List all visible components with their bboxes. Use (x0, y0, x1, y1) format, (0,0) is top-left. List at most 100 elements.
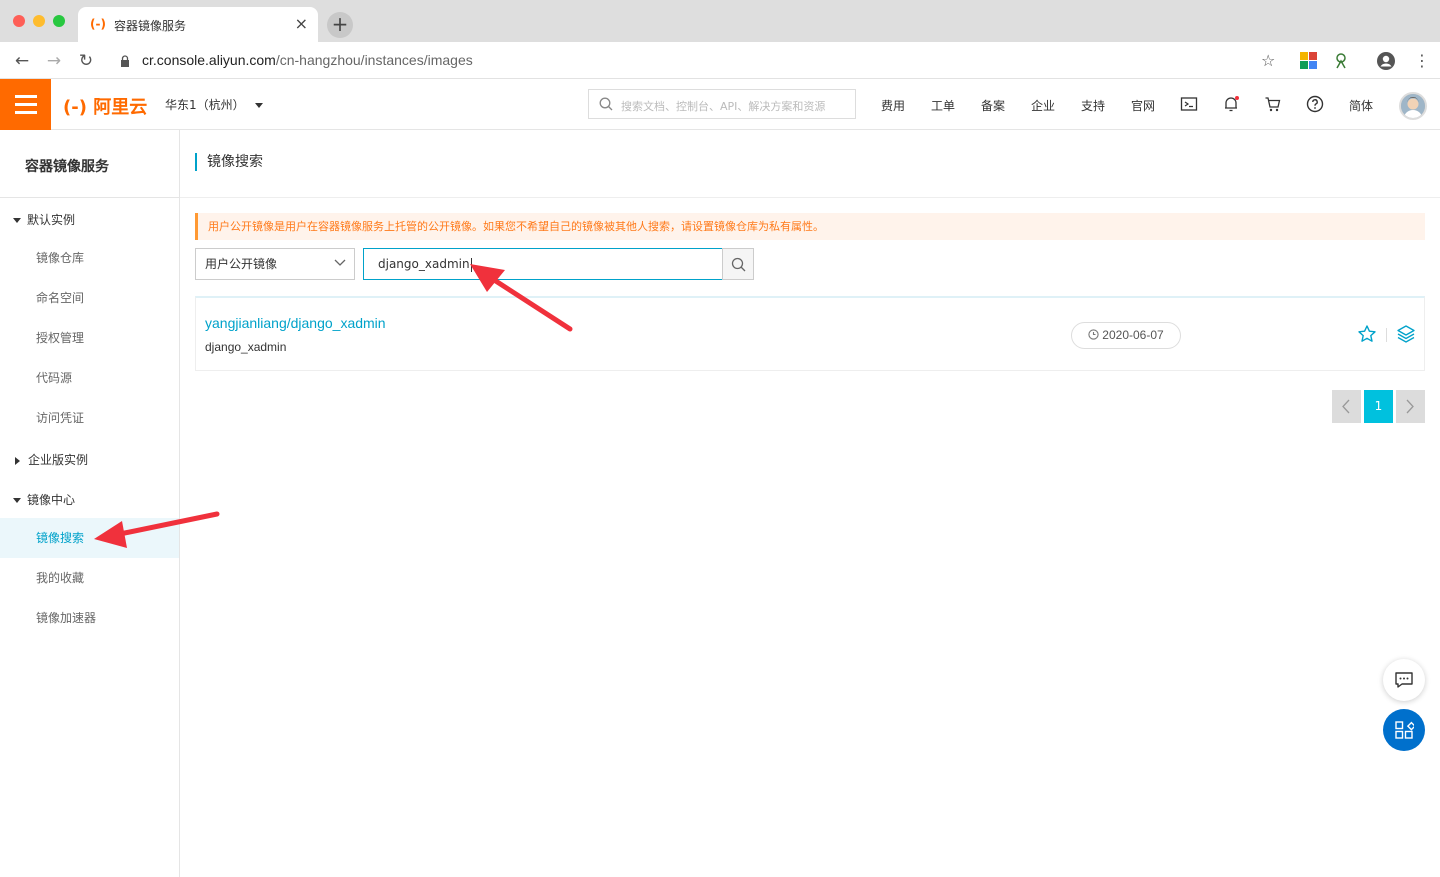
image-search-input[interactable]: django_xadmin (363, 248, 723, 280)
menu-toggle-button[interactable] (0, 79, 51, 130)
search-icon (731, 257, 746, 272)
aliyun-logo-icon: (-) (63, 97, 87, 118)
result-title-link[interactable]: yangjianliang/django_xadmin (205, 315, 386, 331)
sidebar-item-accelerator[interactable]: 镜像加速器 (0, 598, 179, 638)
aliyun-favicon-icon: (-) (90, 17, 106, 31)
feedback-chat-button[interactable] (1383, 659, 1425, 701)
clock-icon (1088, 329, 1099, 340)
browser-menu-icon[interactable]: ⋮ (1414, 51, 1430, 70)
sidebar-item-label: 镜像加速器 (36, 611, 97, 625)
reload-icon[interactable]: ↻ (76, 51, 96, 71)
search-button[interactable] (722, 248, 754, 280)
extension-2-icon[interactable] (1334, 52, 1348, 69)
nav-official-site[interactable]: 官网 (1131, 97, 1155, 114)
browser-tabbar: (-) 容器镜像服务 × + (0, 0, 1440, 42)
chevron-right-icon (1406, 399, 1414, 414)
sidebar-title: 容器镜像服务 (25, 159, 109, 175)
help-icon[interactable] (1306, 95, 1324, 113)
caret-down-icon (13, 498, 21, 503)
url-path: /cn-hangzhou/instances/images (275, 52, 473, 68)
extension-icon[interactable] (1300, 52, 1317, 69)
sidebar-item-label: 镜像仓库 (36, 251, 85, 265)
chevron-down-icon (334, 259, 346, 266)
sidebar-item-label: 授权管理 (36, 331, 85, 345)
global-search-input[interactable]: 搜索文档、控制台、API、解决方案和资源 (588, 89, 856, 119)
url-host: cr.console.aliyun.com (142, 52, 276, 68)
bookmark-star-icon[interactable]: ☆ (1261, 51, 1275, 70)
window-close-button[interactable] (13, 15, 25, 27)
tab-title: 容器镜像服务 (114, 19, 187, 33)
sidebar: 容器镜像服务 默认实例 镜像仓库 命名空间 授权管理 代码源 访问凭证 企业版实… (0, 130, 180, 877)
group-label: 镜像中心 (27, 493, 76, 507)
pagination-prev-button[interactable] (1332, 390, 1361, 423)
image-type-select[interactable]: 用户公开镜像 (195, 248, 355, 280)
sidebar-item-repositories[interactable]: 镜像仓库 (0, 238, 179, 278)
result-date: 2020-06-07 (1102, 328, 1164, 342)
result-subtitle: django_xadmin (205, 340, 287, 354)
sidebar-divider (0, 197, 179, 198)
new-tab-button[interactable]: + (327, 12, 353, 38)
sidebar-group-default-instance[interactable]: 默认实例 (13, 211, 75, 228)
address-bar: ← → ↻ cr.console.aliyun.com/cn-hangzhou/… (0, 42, 1440, 79)
layers-icon[interactable] (1396, 324, 1416, 344)
page-header: 镜像搜索 (180, 130, 1440, 198)
select-value: 用户公开镜像 (205, 257, 278, 271)
nav-tickets[interactable]: 工单 (931, 97, 955, 114)
region-label: 华东1（杭州） (165, 98, 245, 112)
search-value: django_xadmin (378, 257, 470, 271)
pagination-next-button[interactable] (1396, 390, 1425, 423)
nav-fees[interactable]: 费用 (881, 97, 905, 114)
cart-icon[interactable] (1264, 95, 1282, 113)
search-placeholder: 搜索文档、控制台、API、解决方案和资源 (621, 100, 826, 113)
sidebar-group-image-center[interactable]: 镜像中心 (13, 491, 75, 508)
result-date-badge: 2020-06-07 (1071, 322, 1181, 349)
chat-icon (1395, 672, 1413, 688)
aliyun-logo[interactable]: (-) 阿里云 (63, 93, 147, 119)
sidebar-item-code-source[interactable]: 代码源 (0, 358, 179, 398)
region-selector[interactable]: 华东1（杭州） (165, 96, 263, 113)
search-icon (599, 97, 613, 111)
sidebar-item-authorization[interactable]: 授权管理 (0, 318, 179, 358)
sidebar-item-image-search[interactable]: 镜像搜索 (0, 518, 179, 558)
terminal-icon[interactable] (1180, 95, 1198, 113)
sidebar-item-access-credentials[interactable]: 访问凭证 (0, 398, 179, 438)
caret-right-icon (15, 456, 20, 465)
apps-grid-icon (1395, 721, 1414, 739)
sidebar-item-label: 镜像搜索 (36, 531, 85, 545)
page-title: 镜像搜索 (195, 153, 263, 171)
avatar[interactable] (1399, 92, 1427, 120)
notice-banner: 用户公开镜像是用户在容器镜像服务上托管的公开镜像。如果您不希望自己的镜像被其他人… (195, 213, 1425, 240)
caret-down-icon (254, 103, 263, 108)
lock-icon (121, 55, 129, 67)
browser-tab[interactable]: (-) 容器镜像服务 × (78, 7, 318, 42)
tab-close-icon[interactable]: × (295, 14, 308, 33)
sidebar-item-label: 代码源 (36, 371, 73, 385)
text-cursor (470, 257, 472, 272)
window-minimize-button[interactable] (33, 15, 45, 27)
logo-text: 阿里云 (93, 97, 148, 118)
pagination-page-1[interactable]: 1 (1364, 390, 1393, 423)
language-switch[interactable]: 简体 (1349, 97, 1373, 114)
sidebar-item-favorites[interactable]: 我的收藏 (0, 558, 179, 598)
sidebar-item-label: 我的收藏 (36, 571, 85, 585)
bell-icon[interactable] (1222, 95, 1240, 113)
window-zoom-button[interactable] (53, 15, 65, 27)
caret-down-icon (13, 218, 21, 223)
user-avatar-icon (1401, 94, 1425, 118)
sidebar-item-namespaces[interactable]: 命名空间 (0, 278, 179, 318)
nav-icp[interactable]: 备案 (981, 97, 1005, 114)
sidebar-group-enterprise-instance[interactable]: 企业版实例 (13, 451, 88, 468)
quick-apps-button[interactable] (1383, 709, 1425, 751)
url-field[interactable]: cr.console.aliyun.com/cn-hangzhou/instan… (142, 52, 473, 68)
profile-icon[interactable] (1376, 51, 1396, 71)
group-label: 默认实例 (27, 213, 76, 227)
group-label: 企业版实例 (28, 453, 89, 467)
nav-enterprise[interactable]: 企业 (1031, 97, 1055, 114)
forward-icon[interactable]: → (44, 51, 64, 71)
chevron-left-icon (1342, 399, 1350, 414)
nav-support[interactable]: 支持 (1081, 97, 1105, 114)
sidebar-item-label: 命名空间 (36, 291, 85, 305)
back-icon[interactable]: ← (12, 51, 32, 71)
console-header: (-) 阿里云 华东1（杭州） 搜索文档、控制台、API、解决方案和资源 费用 … (0, 79, 1440, 130)
favorite-star-icon[interactable] (1357, 324, 1377, 344)
